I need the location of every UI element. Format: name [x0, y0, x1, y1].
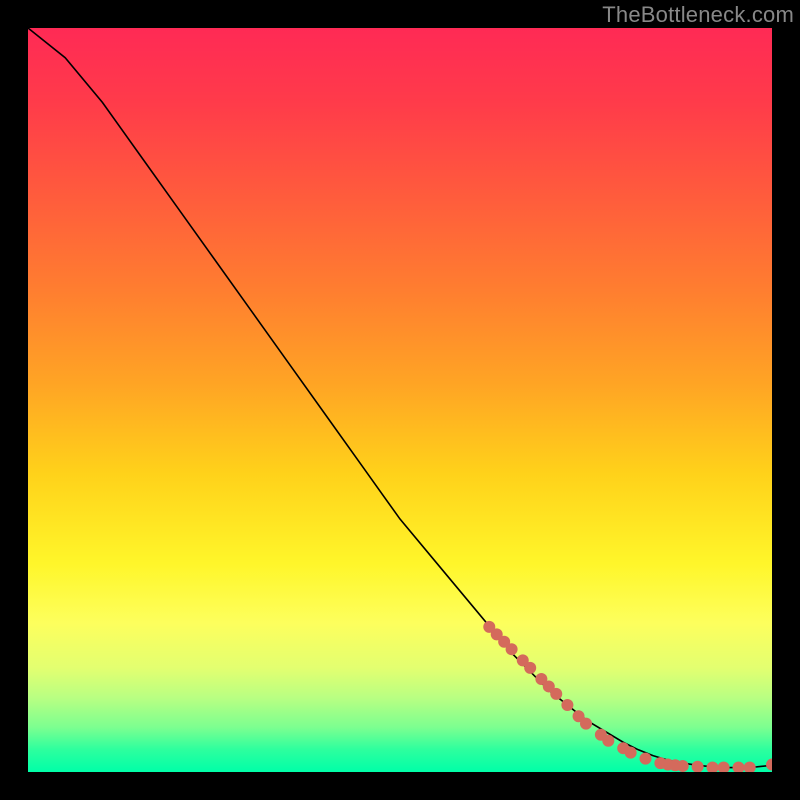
data-point-marker — [718, 762, 730, 772]
data-point-marker — [506, 643, 518, 655]
data-point-marker — [677, 760, 689, 772]
plot-area — [28, 28, 772, 772]
data-point-marker — [766, 759, 772, 771]
chart-frame: TheBottleneck.com — [0, 0, 800, 800]
data-point-marker — [580, 718, 592, 730]
data-point-marker — [640, 753, 652, 765]
curve-markers — [483, 621, 772, 772]
data-point-marker — [744, 762, 756, 772]
data-point-marker — [602, 735, 614, 747]
data-point-marker — [706, 762, 718, 772]
data-point-marker — [625, 747, 637, 759]
data-point-marker — [550, 688, 562, 700]
chart-svg — [28, 28, 772, 772]
data-point-marker — [524, 662, 536, 674]
data-point-marker — [733, 762, 745, 772]
watermark-text: TheBottleneck.com — [602, 2, 794, 28]
bottleneck-curve — [28, 28, 772, 768]
data-point-marker — [692, 761, 704, 772]
data-point-marker — [561, 699, 573, 711]
